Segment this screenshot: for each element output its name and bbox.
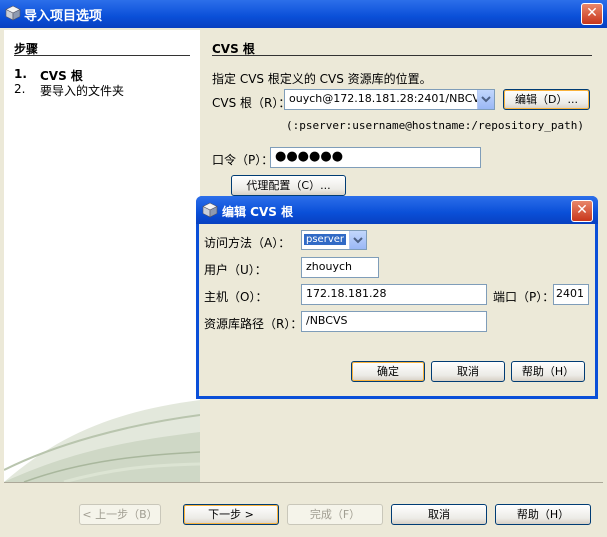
wizard-button-bar: < 上一步（B） 下一步 > 完成（F） 取消 帮助（H） <box>0 482 607 537</box>
window-title: 导入项目选项 <box>24 9 103 24</box>
panel-divider <box>212 55 592 56</box>
app-cube-icon <box>202 202 218 218</box>
dialog-cancel-button[interactable]: 取消 <box>431 361 505 382</box>
cancel-button[interactable]: 取消 <box>391 504 487 525</box>
dialog-body: 访问方法（A）： pserver 用户（U）： zhouych 主机（O）： 1… <box>199 224 595 396</box>
port-field[interactable]: 2401 <box>553 284 589 305</box>
password-field[interactable]: ●●●●●● <box>270 147 481 168</box>
edit-root-button[interactable]: 编辑（D）... <box>503 89 590 110</box>
access-method-select[interactable]: pserver <box>301 230 367 250</box>
chevron-down-icon[interactable] <box>477 90 494 109</box>
repository-path-label: 资源库路径（R）： <box>204 317 303 331</box>
back-button[interactable]: < 上一步（B） <box>79 504 161 525</box>
dialog-help-button[interactable]: 帮助（H） <box>511 361 585 382</box>
dialog-title: 编辑 CVS 根 <box>222 205 294 219</box>
cvs-root-label: CVS 根（R）： <box>212 96 291 110</box>
edit-cvs-root-dialog: 编辑 CVS 根 ✕ 访问方法（A）： pserver 用户（U）： zhouy… <box>196 196 598 399</box>
help-button[interactable]: 帮助（H） <box>495 504 591 525</box>
panel-description: 指定 CVS 根定义的 CVS 资源库的位置。 <box>212 72 432 86</box>
steps-pane: 步骤 1. CVS 根 2. 要导入的文件夹 <box>4 30 200 482</box>
step-number: 2. <box>14 82 26 96</box>
port-label: 端口（P）： <box>493 290 555 304</box>
dialog-title-bar[interactable]: 编辑 CVS 根 ✕ <box>196 196 598 224</box>
user-label: 用户（U）： <box>204 263 267 277</box>
step-number: 1. <box>14 67 27 81</box>
cvs-root-combo[interactable]: ouych@172.18.181.28:2401/NBCVS <box>284 89 495 110</box>
step-label: 要导入的文件夹 <box>40 84 125 98</box>
next-button[interactable]: 下一步 > <box>183 504 279 525</box>
footer-divider <box>4 482 603 483</box>
steps-divider <box>14 55 190 56</box>
swoosh-decoration <box>4 400 200 482</box>
host-field[interactable]: 172.18.181.28 <box>301 284 487 305</box>
finish-button[interactable]: 完成（F） <box>287 504 383 525</box>
user-field[interactable]: zhouych <box>301 257 379 278</box>
proxy-config-button[interactable]: 代理配置（C）... <box>231 175 346 196</box>
title-bar[interactable]: 导入项目选项 ✕ <box>0 0 607 28</box>
password-value: ●●●●●● <box>275 149 344 164</box>
user-value: zhouych <box>306 260 352 273</box>
cvs-root-value: ouych@172.18.181.28:2401/NBCVS <box>289 92 487 105</box>
close-icon: ✕ <box>576 202 588 218</box>
close-icon: ✕ <box>586 5 598 21</box>
chevron-down-icon[interactable] <box>349 231 366 249</box>
access-method-label: 访问方法（A）： <box>204 236 291 250</box>
ok-button[interactable]: 确定 <box>351 361 425 382</box>
cvs-root-format-hint: (:pserver:username@hostname:/repository_… <box>286 119 585 132</box>
host-label: 主机（O）： <box>204 290 268 304</box>
host-value: 172.18.181.28 <box>306 287 387 300</box>
dialog-close-button[interactable]: ✕ <box>571 200 593 222</box>
repository-path-field[interactable]: /NBCVS <box>301 311 487 332</box>
password-label: 口令（P）： <box>212 153 274 167</box>
port-value: 2401 <box>556 287 584 300</box>
import-project-options-window: 导入项目选项 ✕ 步骤 1. CVS 根 2. 要导入的文件夹 CVS 根 指定… <box>0 0 607 537</box>
access-method-value: pserver <box>304 234 347 245</box>
window-close-button[interactable]: ✕ <box>581 3 603 25</box>
app-cube-icon <box>5 5 21 21</box>
repository-path-value: /NBCVS <box>306 314 348 327</box>
